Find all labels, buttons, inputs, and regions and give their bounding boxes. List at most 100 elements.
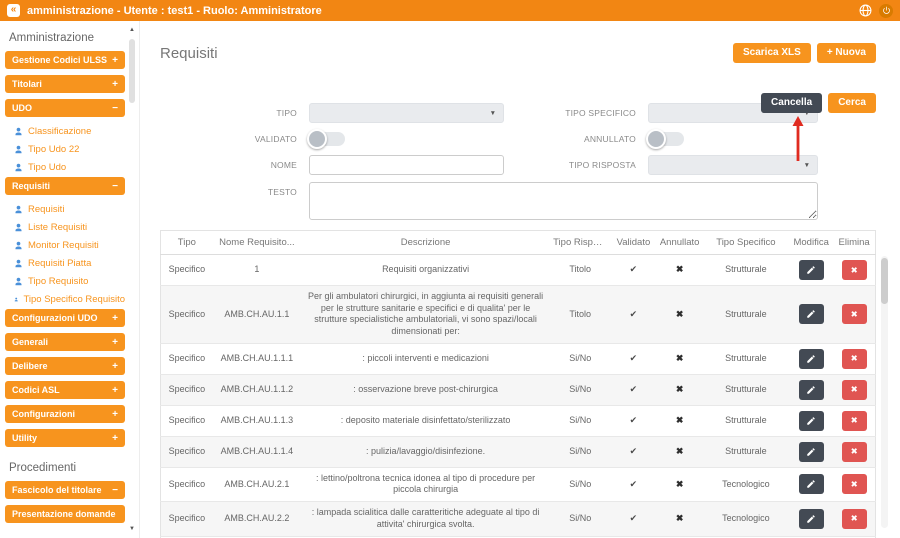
sidebar-group-generali[interactable]: Generali +: [5, 333, 125, 351]
scroll-down-icon[interactable]: ▼: [127, 525, 137, 533]
column-header-elimina: Elimina: [833, 230, 876, 255]
sidebar-item-classificazione[interactable]: Classificazione: [5, 123, 125, 139]
sidebar-item-monitor-requisiti[interactable]: Monitor Requisiti: [5, 237, 125, 253]
nuova-button[interactable]: + Nuova: [816, 43, 876, 63]
sidebar-item-tipo-specifico-requisito[interactable]: Tipo Specifico Requisito: [5, 291, 125, 307]
modifica-button[interactable]: [798, 348, 824, 369]
person-icon: [14, 297, 18, 301]
sidebar-group-label: Fascicolo del titolare: [12, 485, 102, 495]
sidebar-group-requisiti[interactable]: Requisiti −: [5, 177, 125, 195]
content-header: Requisiti Scarica XLS + Nuova: [160, 43, 876, 63]
tipo-specifico-label: TIPO SPECIFICO: [565, 108, 636, 118]
elimina-button[interactable]: ✖: [841, 348, 867, 369]
sidebar-item-label: Tipo Specifico Requisito: [23, 293, 125, 305]
validato-toggle[interactable]: [307, 128, 345, 149]
cell-tipo-specifico: Strutturale: [702, 285, 790, 344]
column-header-tipo-specifico: Tipo Specifico: [702, 230, 790, 255]
header-buttons: Scarica XLS + Nuova: [733, 43, 876, 63]
cell-nome-requisito: AMB.CH.AU.2.2: [212, 501, 302, 537]
sidebar-scrollbar[interactable]: ▲ ▼: [127, 23, 137, 536]
power-icon[interactable]: [879, 3, 893, 18]
cell-descrizione: : osservazione breve post-chirurgica: [301, 374, 551, 406]
globe-icon[interactable]: [858, 4, 872, 18]
column-header-validato: Validato: [610, 230, 657, 255]
elimina-button[interactable]: ✖: [841, 304, 867, 325]
scarica-xls-button[interactable]: Scarica XLS: [733, 43, 811, 63]
sidebar-group-configurazioni[interactable]: Configurazioni +: [5, 405, 125, 423]
modifica-button[interactable]: [798, 474, 824, 495]
collapse-sidebar-icon[interactable]: «: [7, 4, 20, 17]
modifica-button[interactable]: [798, 304, 824, 325]
sidebar-item-label: Classificazione: [28, 125, 92, 137]
cerca-button[interactable]: Cerca: [828, 93, 876, 113]
elimina-button[interactable]: ✖: [841, 260, 867, 280]
sidebar-group-label: Gestione Codici ULSS: [12, 55, 108, 65]
title-bar: « amministrazione - Utente : test1 - Ruo…: [0, 0, 900, 21]
table-scrollbar[interactable]: [881, 256, 888, 528]
minus-icon: −: [112, 102, 118, 114]
tipo-select[interactable]: ▼: [309, 103, 504, 123]
sidebar-group-fascicolo-del-titolare[interactable]: Fascicolo del titolare −: [5, 481, 125, 499]
cell-tipo-specifico: Strutturale: [702, 254, 790, 286]
sidebar-group-presentazione-domande[interactable]: Presentazione domande: [5, 505, 125, 523]
cell-descrizione: : lampada scialitica dalle caratteritich…: [301, 501, 551, 537]
sidebar-item-label: Liste Requisiti: [28, 221, 88, 233]
cell-tipo: Specifico: [160, 343, 213, 375]
sidebar-group-codici-asl[interactable]: Codici ASL +: [5, 381, 125, 399]
annullato-label: ANNULLATO: [583, 134, 636, 144]
cell-tipo: Specifico: [160, 285, 213, 344]
table-row: Specifico AMB.CH.AU.1.1.3: deposito mater…: [160, 405, 876, 437]
sidebar-item-label: Requisiti: [28, 203, 65, 215]
cell-tipo-specifico: Strutturale: [702, 374, 790, 406]
sidebar-group-label: Configurazioni UDO: [12, 313, 98, 323]
column-header-modifica: Modifica: [789, 230, 834, 255]
plus-icon: +: [112, 408, 118, 420]
annullato-toggle[interactable]: [646, 128, 684, 149]
cell-tipo-specifico: Tecnologico: [702, 467, 790, 503]
cell-modifica: [789, 467, 834, 503]
nome-input[interactable]: [309, 155, 504, 175]
modifica-button[interactable]: [798, 441, 824, 462]
sidebar-group-delibere[interactable]: Delibere +: [5, 357, 125, 375]
elimina-button[interactable]: ✖: [841, 441, 867, 462]
elimina-button[interactable]: ✖: [841, 379, 867, 400]
cell-tipo-specifico: Strutturale: [702, 405, 790, 437]
sidebar-item-tipo-udo[interactable]: Tipo Udo: [5, 159, 125, 175]
sidebar-scrollbar-thumb[interactable]: [129, 39, 135, 103]
modifica-button[interactable]: [798, 260, 824, 280]
modifica-button[interactable]: [798, 379, 824, 400]
elimina-button[interactable]: ✖: [841, 410, 867, 431]
sidebar-item-requisiti[interactable]: Requisiti: [5, 201, 125, 217]
elimina-button[interactable]: ✖: [841, 474, 867, 495]
cancella-button[interactable]: Cancella: [761, 93, 823, 113]
scroll-up-icon[interactable]: ▲: [127, 26, 137, 34]
cell-modifica: [789, 501, 834, 537]
sidebar-group-configurazioni-udo[interactable]: Configurazioni UDO +: [5, 309, 125, 327]
testo-textarea[interactable]: [309, 182, 818, 220]
sidebar-item-tipo-requisito[interactable]: Tipo Requisito: [5, 273, 125, 289]
sidebar-item-tipo-udo-22[interactable]: Tipo Udo 22: [5, 141, 125, 157]
modifica-button[interactable]: [798, 410, 824, 431]
sidebar-group-udo[interactable]: UDO −: [5, 99, 125, 117]
elimina-button[interactable]: ✖: [841, 508, 867, 529]
cell-tipo-specifico: Strutturale: [702, 343, 790, 375]
table-row: Specifico 1 Requisiti organizzativi Titolo ✔…: [160, 254, 876, 286]
sidebar-group-utility[interactable]: Utility +: [5, 429, 125, 447]
cell-elimina: ✖: [833, 436, 876, 468]
table-scrollbar-thumb[interactable]: [881, 258, 888, 304]
cell-descrizione: : pulizia/lavaggio/disinfezione.: [301, 436, 551, 468]
table-row: Specifico AMB.CH.AU.2.1: lettino/poltrona…: [160, 467, 876, 503]
person-icon: [15, 241, 22, 249]
filter-actions: Cancella Cerca: [761, 93, 876, 113]
content-area: Requisiti Scarica XLS + Nuova Cancella C…: [140, 21, 900, 538]
tipo-risposta-select[interactable]: ▼: [648, 155, 818, 175]
sidebar-group-titolari[interactable]: Titolari +: [5, 75, 125, 93]
cell-descrizione: : deposito materiale disinfettato/steril…: [301, 405, 551, 437]
sidebar-item-liste-requisiti[interactable]: Liste Requisiti: [5, 219, 125, 235]
cell-annullato: ✖: [656, 254, 703, 286]
modifica-button[interactable]: [798, 508, 824, 529]
sidebar-group-gestione-codici-ulss[interactable]: Gestione Codici ULSS +: [5, 51, 125, 69]
sidebar-item-requisiti-piatta[interactable]: Requisiti Piatta: [5, 255, 125, 271]
tipo-label: TIPO: [276, 108, 297, 118]
person-icon: [15, 259, 22, 267]
